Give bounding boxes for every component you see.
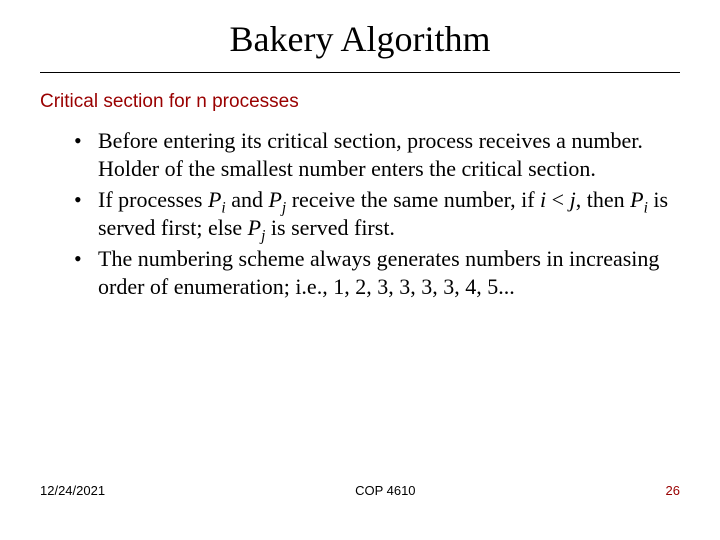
list-item: Before entering its critical section, pr… — [98, 127, 680, 182]
slide-subtitle: Critical section for n processes — [40, 91, 680, 113]
footer-page-number: 26 — [666, 483, 680, 498]
list-item: The numbering scheme always generates nu… — [98, 245, 680, 300]
bullet-text: If processes — [98, 187, 208, 212]
bullet-text: < — [546, 187, 569, 212]
math-var: P — [208, 187, 221, 212]
bullet-text: and — [226, 187, 269, 212]
footer-course: COP 4610 — [355, 483, 415, 498]
math-var: P — [268, 187, 281, 212]
bullet-text: The numbering scheme always generates nu… — [98, 246, 659, 299]
math-var: P — [248, 215, 261, 240]
bullet-text: , then — [576, 187, 630, 212]
slide-footer: 12/24/2021 COP 4610 26 — [40, 483, 680, 498]
list-item: If processes Pi and Pj receive the same … — [98, 186, 680, 241]
bullet-text: Before entering its critical section, pr… — [98, 128, 643, 181]
bullet-list: Before entering its critical section, pr… — [40, 127, 680, 300]
title-divider — [40, 72, 680, 73]
footer-date: 12/24/2021 — [40, 483, 105, 498]
bullet-text: is served first. — [265, 215, 395, 240]
slide-title: Bakery Algorithm — [40, 18, 680, 60]
bullet-text: receive the same number, if — [286, 187, 540, 212]
math-var: P — [630, 187, 643, 212]
